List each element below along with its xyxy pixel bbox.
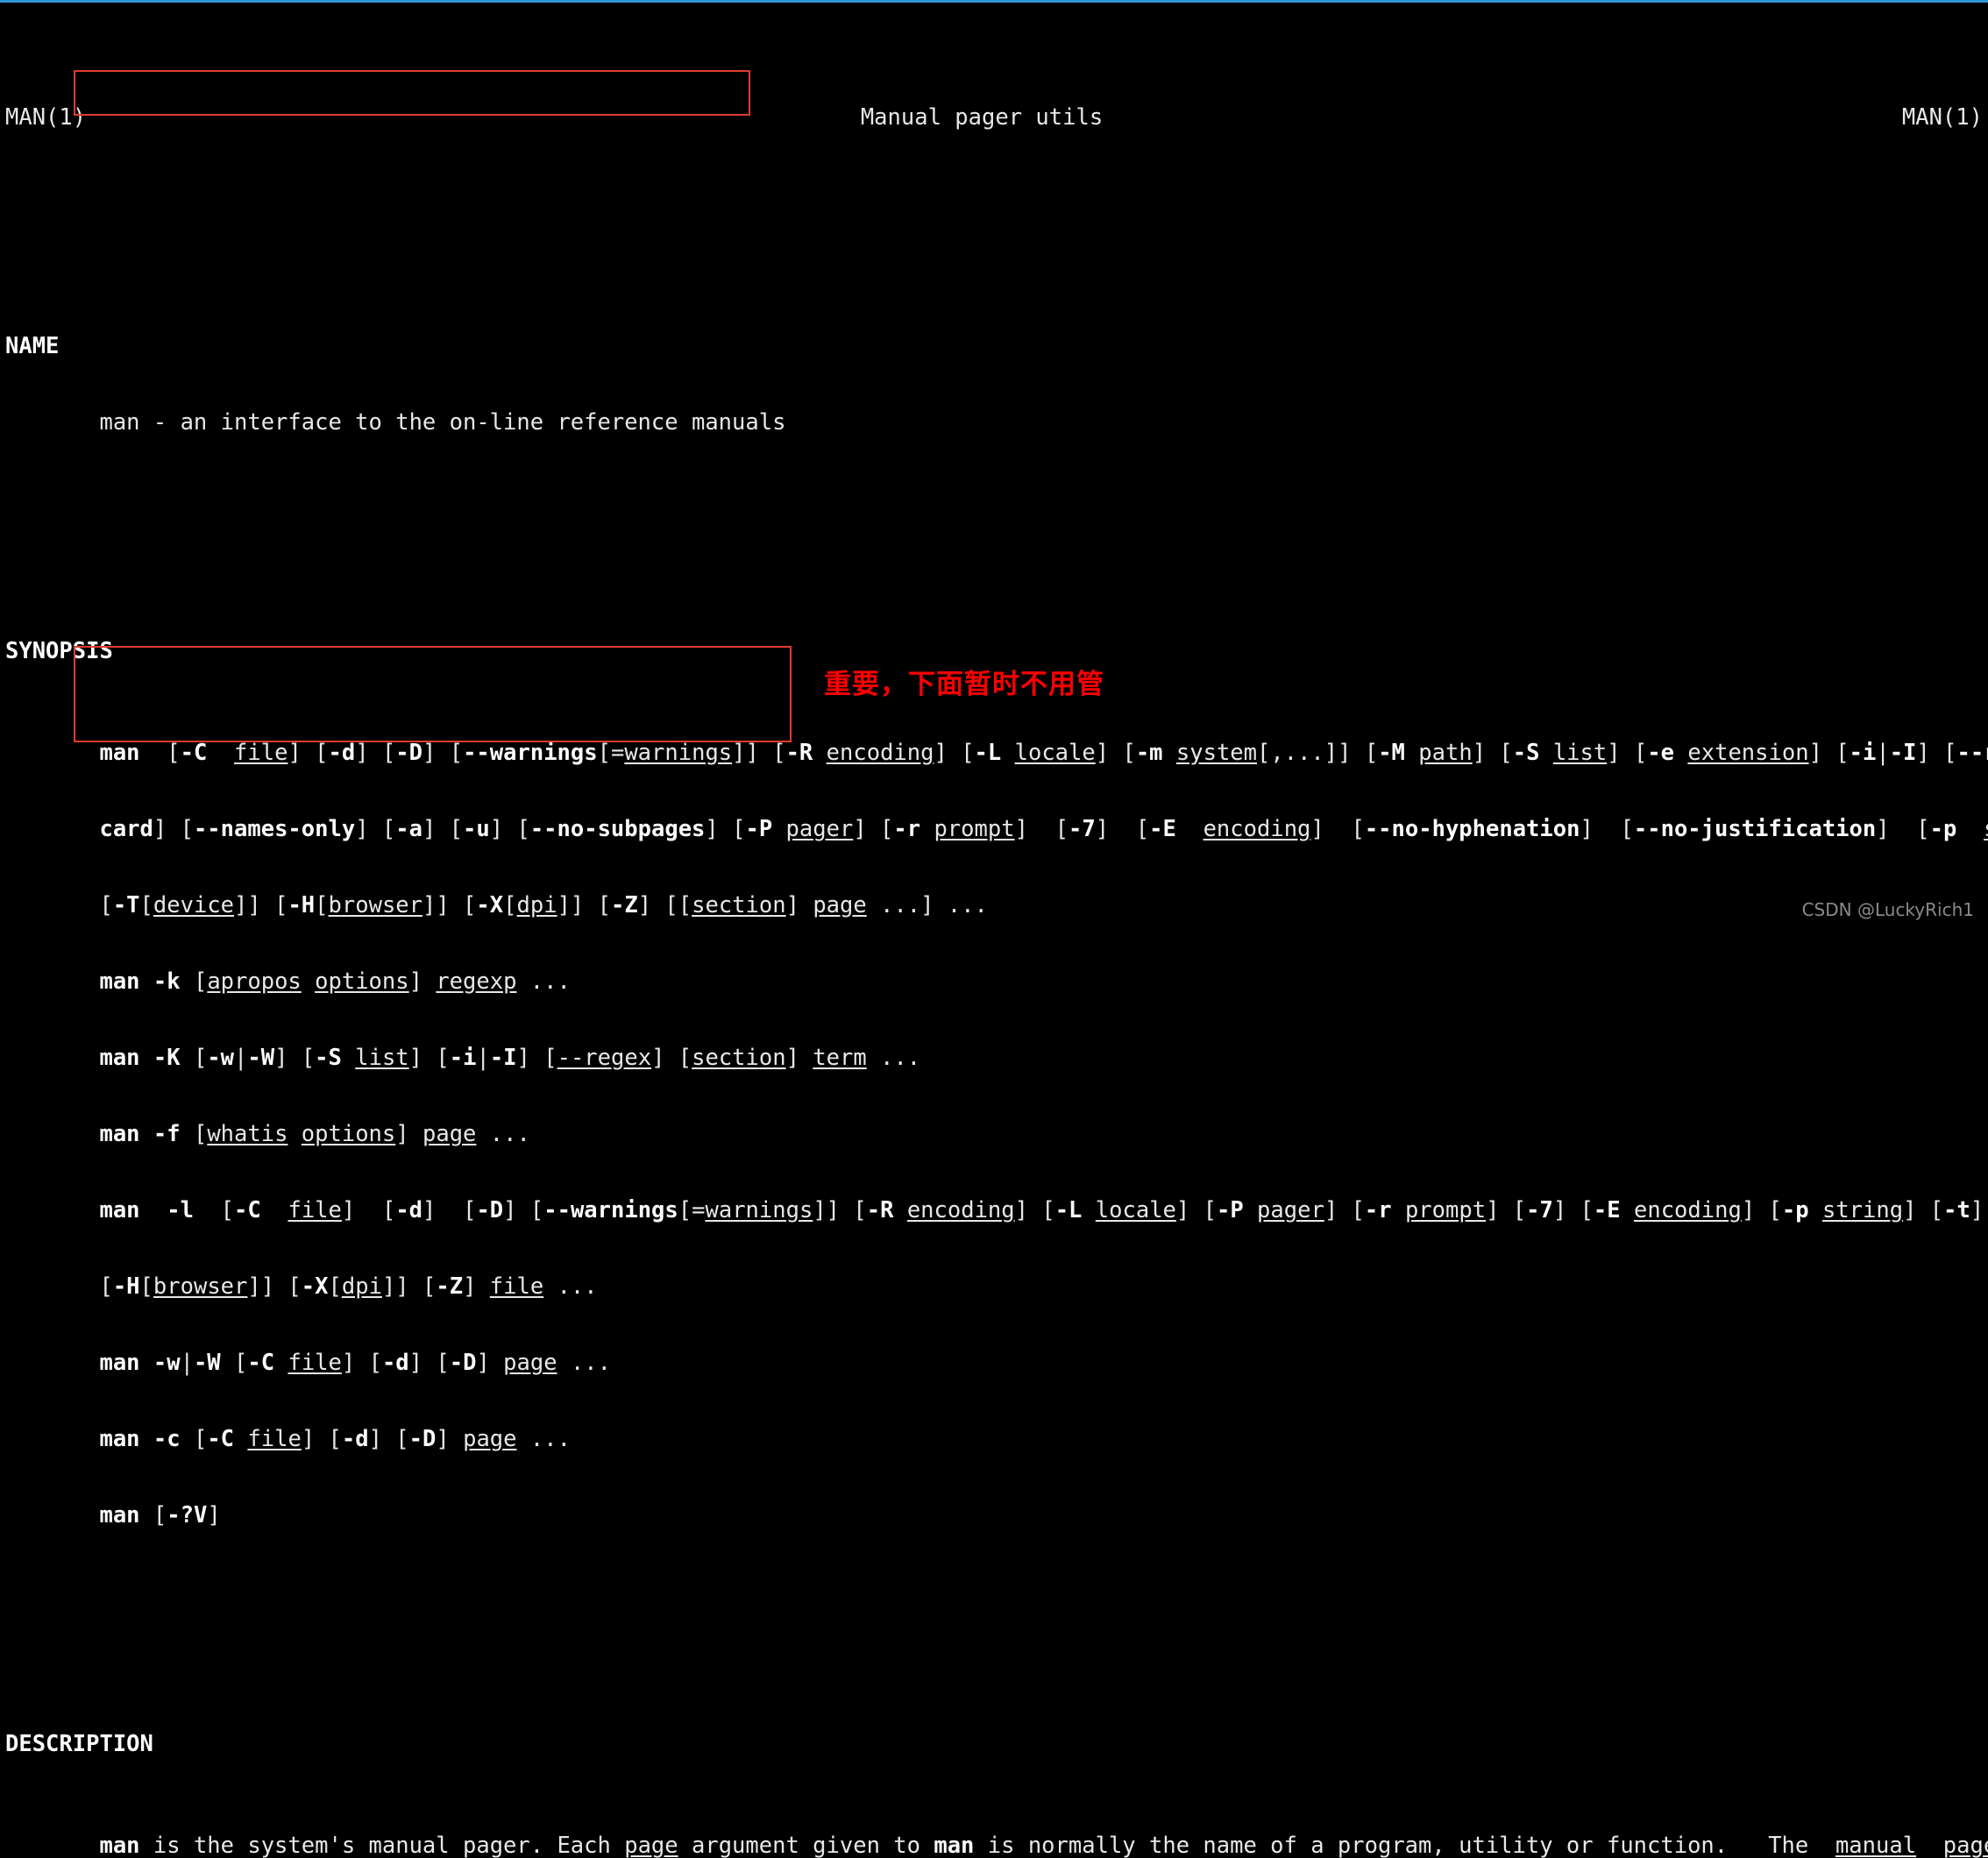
name-body-text: man - an interface to the on-line refere… (99, 409, 786, 436)
terminal-screen: MAN(1) Manual pager utils MAN(1) NAME man … (0, 0, 1988, 1858)
synopsis-line: man -l [-C file] [-d] [-D] [--warnings[=… (99, 1197, 1984, 1223)
man-header: MAN(1) Manual pager utils MAN(1) (0, 105, 1988, 131)
section-heading-name: NAME (5, 333, 60, 359)
synopsis-line: man -w|-W [-C file] [-d] [-D] page ... (99, 1350, 612, 1376)
synopsis-line: man -K [-w|-W] [-S list] [-i|-I] [--rege… (99, 1045, 921, 1071)
man-page-content: MAN(1) Manual pager utils MAN(1) NAME man … (0, 4, 1988, 1858)
synopsis-line: man -f [whatis options] page ... (99, 1121, 530, 1147)
top-accent-line (0, 0, 1988, 3)
description-line: man is the system's manual pager. Each p… (99, 1833, 1988, 1858)
section-heading-synopsis: SYNOPSIS (5, 638, 113, 664)
synopsis-line: man -k [apropos options] regexp ... (99, 968, 571, 995)
header-center: Manual pager utils (860, 104, 1104, 131)
synopsis-line: [-T[device]] [-H[browser]] [-X[dpi]] [-Z… (5, 892, 988, 918)
header-right: MAN(1) (1901, 104, 1983, 131)
header-left: MAN(1) (5, 104, 87, 131)
synopsis-line: man [-C file] [-d] [-D] [--warnings[=war… (99, 740, 1988, 766)
annotation-note: 重要，下面暂时不用管 (824, 669, 1104, 700)
synopsis-line: [-H[browser]] [-X[dpi]] [-Z] file ... (5, 1273, 598, 1300)
section-heading-description: DESCRIPTION (5, 1731, 153, 1757)
synopsis-line: man [-?V] (99, 1502, 221, 1528)
watermark: CSDN @LuckyRich1 (1801, 899, 1974, 920)
synopsis-line: card] [--names-only] [-a] [-u] [--no-sub… (99, 816, 1988, 842)
synopsis-line: man -c [-C file] [-d] [-D] page ... (99, 1426, 571, 1452)
name-body: man - an interface to the on-line refere… (0, 410, 1988, 436)
